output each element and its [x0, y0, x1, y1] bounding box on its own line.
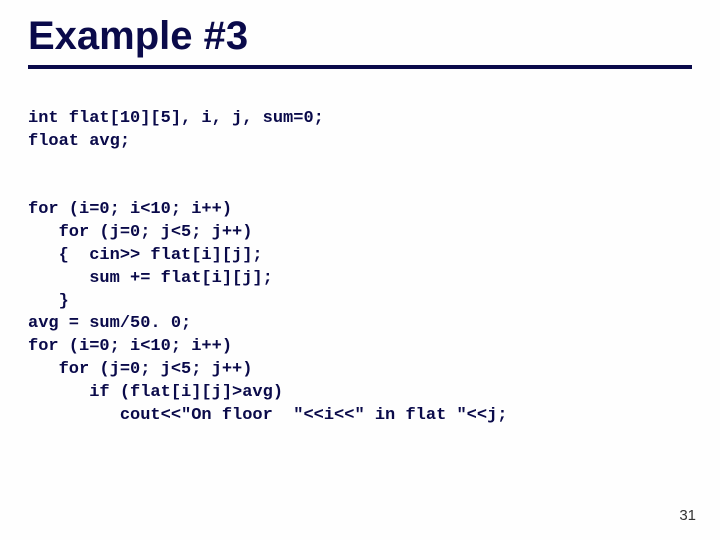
code-line-loop1-outer: for (i=0; i<10; i++) — [28, 200, 232, 219]
code-line-loop1-brace: { cin>> flat[i][j]; — [28, 246, 263, 265]
code-line-loop1-inner: for (j=0; j<5; j++) — [28, 223, 252, 242]
code-line-decl2: float avg; — [28, 132, 130, 151]
code-line-loop2-inner: for (j=0; j<5; j++) — [28, 360, 252, 379]
code-line-loop1-sum: sum += flat[i][j]; — [28, 269, 273, 288]
title-underline — [28, 65, 692, 69]
page-number: 31 — [679, 507, 696, 524]
code-line-loop2-cout: cout<<"On floor "<<i<<" in flat "<<j; — [28, 406, 507, 425]
code-line-loop1-close: } — [28, 292, 69, 311]
code-line-decl1: int flat[10][5], i, j, sum=0; — [28, 109, 324, 128]
code-line-avg: avg = sum/50. 0; — [28, 314, 191, 333]
slide-title: Example #3 — [28, 14, 692, 59]
code-spacer — [28, 154, 692, 176]
code-line-loop2-if: if (flat[i][j]>avg) — [28, 383, 283, 402]
code-block: int flat[10][5], i, j, sum=0; float avg;… — [28, 85, 692, 428]
code-line-loop2-outer: for (i=0; i<10; i++) — [28, 337, 232, 356]
